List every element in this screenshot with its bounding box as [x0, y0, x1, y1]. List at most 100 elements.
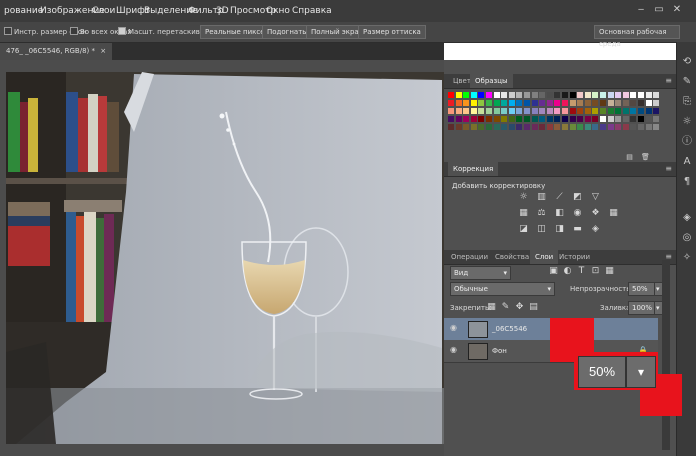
color-swatch[interactable] — [653, 100, 660, 106]
color-swatch[interactable] — [622, 108, 629, 114]
zoom-dropdown-arrow-icon[interactable]: ▾ — [626, 356, 656, 388]
color-swatch[interactable] — [645, 124, 652, 130]
color-swatch[interactable] — [592, 100, 599, 106]
color-swatch[interactable] — [562, 116, 568, 122]
color-swatch[interactable] — [569, 108, 576, 114]
color-swatch[interactable] — [486, 116, 492, 122]
filter-shape-icon[interactable]: ⊡ — [590, 266, 601, 277]
color-swatch[interactable] — [455, 116, 462, 122]
lock-brush-icon[interactable]: ✎ — [500, 302, 511, 313]
tab-actions[interactable]: Операции — [446, 250, 493, 264]
color-swatch[interactable] — [546, 108, 553, 114]
color-swatch[interactable] — [493, 124, 500, 130]
color-swatch[interactable] — [622, 124, 629, 130]
color-swatch[interactable] — [554, 100, 561, 106]
color-swatch[interactable] — [630, 100, 637, 106]
color-swatch[interactable] — [569, 92, 576, 98]
levels-icon[interactable]: ▥ — [536, 192, 547, 203]
character-icon[interactable]: A — [679, 154, 695, 170]
vibrance-icon[interactable]: ▽ — [590, 192, 601, 203]
lookup-icon[interactable]: ▦ — [608, 208, 619, 219]
tab-correction[interactable]: Коррекция — [448, 162, 499, 176]
color-swatch[interactable] — [577, 124, 584, 130]
layer-filter-select[interactable]: Вид ▾ — [450, 266, 511, 280]
selective-color-icon[interactable]: ◈ — [590, 224, 601, 235]
color-swatch[interactable] — [501, 124, 508, 130]
blend-mode-select[interactable]: Обычные ▾ — [450, 282, 555, 296]
paragraph-icon[interactable]: ¶ — [679, 174, 695, 190]
color-swatch[interactable] — [508, 100, 515, 106]
color-swatch[interactable] — [486, 108, 492, 114]
filter-type-icon[interactable]: T — [576, 266, 587, 277]
color-swatch[interactable] — [554, 116, 561, 122]
color-swatch[interactable] — [501, 108, 508, 114]
color-swatch[interactable] — [577, 116, 584, 122]
color-swatch[interactable] — [562, 92, 568, 98]
color-swatch[interactable] — [501, 116, 508, 122]
color-swatch[interactable] — [562, 108, 568, 114]
menu-3d[interactable]: 3D — [216, 6, 229, 16]
layers-scrollbar[interactable] — [662, 260, 670, 450]
color-swatch[interactable] — [455, 108, 462, 114]
color-swatch[interactable] — [524, 108, 530, 114]
color-swatch[interactable] — [539, 92, 546, 98]
color-swatch[interactable] — [554, 92, 561, 98]
color-swatch[interactable] — [622, 100, 629, 106]
panel-menu-icon[interactable]: ≡ — [665, 164, 672, 174]
color-swatch[interactable] — [470, 100, 477, 106]
color-swatch[interactable] — [645, 100, 652, 106]
color-swatch[interactable] — [516, 124, 523, 130]
tab-close-icon[interactable]: × — [100, 47, 106, 55]
color-swatch[interactable] — [592, 124, 599, 130]
color-swatch[interactable] — [584, 116, 591, 122]
color-swatch[interactable] — [622, 92, 629, 98]
brush-icon[interactable]: ✎ — [679, 74, 695, 90]
color-swatch[interactable] — [470, 92, 477, 98]
layers-icon[interactable]: ◈ — [679, 210, 695, 226]
gradient-map-icon[interactable]: ▬ — [572, 224, 583, 235]
exposure-icon[interactable]: ◩ — [572, 192, 583, 203]
channels-icon[interactable]: ◎ — [679, 230, 695, 246]
color-swatch[interactable] — [645, 92, 652, 98]
color-swatch[interactable] — [600, 116, 606, 122]
fill-input[interactable]: 100% — [628, 301, 657, 315]
color-swatch[interactable] — [638, 108, 644, 114]
color-swatch[interactable] — [463, 116, 470, 122]
color-swatch[interactable] — [539, 100, 546, 106]
color-swatch[interactable] — [486, 92, 492, 98]
workspace-select[interactable]: Основная рабочая среда — [594, 25, 680, 48]
tab-properties[interactable]: Свойства — [490, 250, 534, 264]
color-swatch[interactable] — [478, 108, 485, 114]
color-swatch[interactable] — [463, 124, 470, 130]
color-swatch[interactable] — [455, 92, 462, 98]
color-swatch[interactable] — [493, 92, 500, 98]
color-swatch[interactable] — [653, 124, 660, 130]
color-swatch[interactable] — [630, 108, 637, 114]
color-swatch[interactable] — [546, 124, 553, 130]
color-swatch[interactable] — [501, 100, 508, 106]
color-swatch[interactable] — [584, 108, 591, 114]
color-swatch[interactable] — [524, 124, 530, 130]
invert-icon[interactable]: ◪ — [518, 224, 529, 235]
bw-icon[interactable]: ◧ — [554, 208, 565, 219]
color-swatch[interactable] — [531, 100, 538, 106]
color-swatch[interactable] — [524, 116, 530, 122]
color-swatch[interactable] — [645, 108, 652, 114]
color-swatch[interactable] — [577, 108, 584, 114]
photo-filter-icon[interactable]: ◉ — [572, 208, 583, 219]
color-swatch[interactable] — [531, 116, 538, 122]
color-swatch[interactable] — [470, 124, 477, 130]
color-swatch[interactable] — [653, 92, 660, 98]
info-icon[interactable]: ⓘ — [679, 134, 695, 150]
canvas-photo[interactable] — [6, 72, 444, 444]
color-swatch[interactable] — [448, 92, 454, 98]
color-swatch[interactable] — [607, 116, 614, 122]
menu-layers[interactable]: Слои — [92, 6, 115, 16]
hue-icon[interactable]: ▦ — [518, 208, 529, 219]
color-swatch[interactable] — [638, 124, 644, 130]
color-swatch[interactable] — [615, 124, 622, 130]
balance-icon[interactable]: ⚖ — [536, 208, 547, 219]
color-swatch[interactable] — [516, 108, 523, 114]
color-swatch[interactable] — [478, 100, 485, 106]
color-swatch[interactable] — [501, 92, 508, 98]
